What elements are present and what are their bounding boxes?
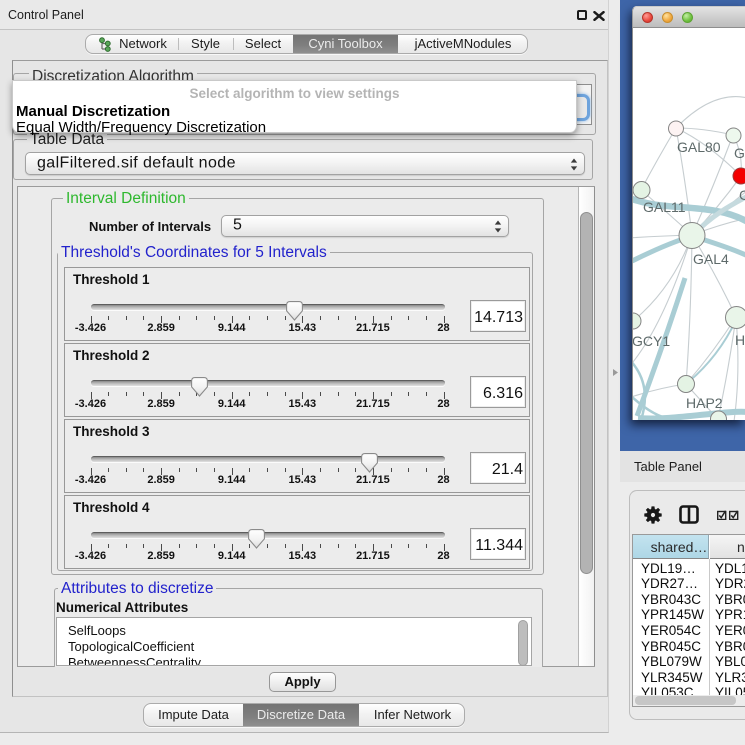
svg-text:H: H — [735, 332, 745, 348]
svg-text:GCY1: GCY1 — [633, 333, 670, 349]
svg-text:GAL4: GAL4 — [693, 251, 729, 267]
svg-text:GAL80: GAL80 — [677, 139, 721, 155]
svg-text:C: C — [739, 187, 745, 203]
svg-text:GA: GA — [734, 145, 745, 161]
svg-text:HAP2: HAP2 — [686, 395, 723, 411]
svg-text:GAL11: GAL11 — [643, 199, 686, 215]
